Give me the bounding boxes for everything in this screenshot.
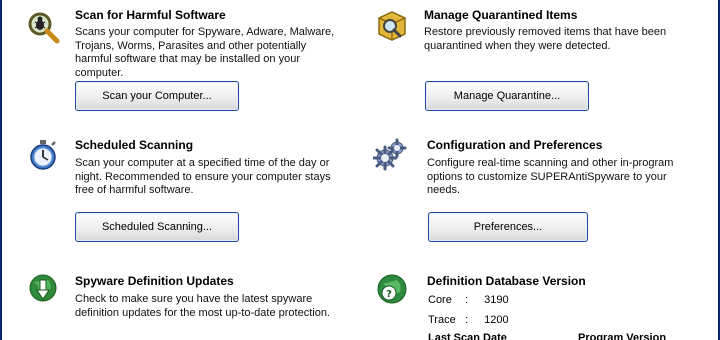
updates-title: Spyware Definition Updates — [75, 274, 234, 288]
trace-sep: : — [465, 314, 469, 326]
globe-download-icon — [26, 272, 60, 306]
definitions-title: Definition Database Version — [427, 274, 586, 288]
core-value: 3190 — [484, 294, 509, 306]
stopwatch-icon — [26, 138, 60, 172]
manage-quarantine-button[interactable]: Manage Quarantine... — [425, 81, 589, 111]
scheduled-description: Scan your computer at a specified time o… — [75, 157, 331, 196]
scan-description: Scans your computer for Spyware, Adware,… — [75, 26, 335, 79]
core-version-row: Core : 3190 — [428, 294, 509, 306]
trace-version-row: Trace : 1200 — [428, 314, 509, 326]
trace-value: 1200 — [484, 314, 509, 326]
svg-text:?: ? — [386, 289, 392, 300]
core-sep: : — [465, 294, 469, 306]
core-label: Core — [428, 294, 452, 306]
program-version-label: Program Version — [578, 332, 667, 340]
updates-description: Check to make sure you have the latest s… — [75, 293, 330, 319]
preferences-button[interactable]: Preferences... — [428, 212, 588, 242]
last-scan-date-label: Last Scan Date — [428, 332, 507, 340]
config-title: Configuration and Preferences — [427, 138, 603, 152]
gears-icon — [372, 138, 407, 172]
config-description: Configure real-time scanning and other i… — [427, 157, 674, 196]
scan-computer-button[interactable]: Scan your Computer... — [75, 81, 239, 111]
scheduled-scanning-button[interactable]: Scheduled Scanning... — [75, 212, 239, 242]
magnifier-bug-icon — [26, 10, 60, 44]
quarantine-description: Restore previously removed items that ha… — [424, 26, 667, 52]
quarantine-box-icon — [375, 8, 409, 42]
trace-label: Trace — [428, 314, 456, 326]
globe-question-icon: ? — [375, 272, 409, 306]
scheduled-title: Scheduled Scanning — [75, 138, 194, 152]
quarantine-title: Manage Quarantined Items — [424, 8, 578, 22]
scan-title: Scan for Harmful Software — [75, 8, 226, 22]
